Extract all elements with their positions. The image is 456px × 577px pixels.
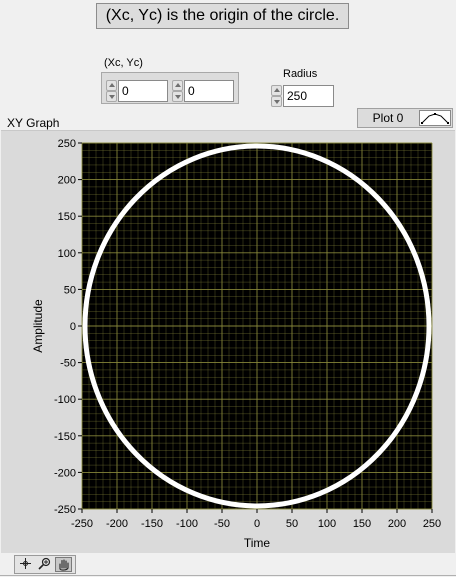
xc-increment-button[interactable]: [106, 80, 117, 91]
x-tick-label: 0: [254, 518, 260, 530]
xy-graph-plot: -250-200-150-100-50050100150200250 -250-…: [31, 138, 441, 550]
x-tick-label: 250: [423, 518, 441, 530]
x-tick-label: 150: [353, 518, 371, 530]
radius-spinner[interactable]: [271, 85, 282, 107]
x-tick-label: -200: [106, 518, 128, 530]
y-tick-label: -200: [54, 467, 76, 479]
plot-style-icon[interactable]: [419, 110, 451, 126]
x-axis-ticks: -250 -200 -150 -100 -50 0 50 100 150 200 250: [71, 509, 441, 530]
yc-input[interactable]: 0: [184, 80, 234, 102]
y-tick-label: -250: [54, 504, 76, 516]
cursor-move-icon[interactable]: [17, 557, 34, 572]
x-tick-label: -150: [141, 518, 163, 530]
y-tick-label: 0: [70, 321, 76, 333]
x-tick-label: 200: [388, 518, 406, 530]
yc-increment-button[interactable]: [172, 80, 183, 91]
xy-graph: -250 -200 -150 -100 -50 0 50 100 150 200 250 -250-…: [1, 130, 455, 553]
y-tick-label: -100: [54, 394, 76, 406]
plot-legend[interactable]: Plot 0: [357, 108, 453, 128]
x-tick-label: 50: [286, 518, 298, 530]
x-tick-label: -250: [71, 518, 93, 530]
yc-decrement-button[interactable]: [172, 91, 183, 102]
yc-spinner[interactable]: [172, 80, 183, 102]
zoom-icon[interactable]: [36, 557, 53, 572]
x-tick-label: -50: [214, 518, 230, 530]
radius-input[interactable]: 250: [283, 85, 334, 107]
x-axis-label: Time: [244, 536, 271, 550]
y-tick-label: 50: [64, 284, 76, 296]
plot-legend-label: Plot 0: [372, 111, 404, 125]
y-axis-ticks: -250 -200 -150 -100 -50 0 50 100 150 200 250: [54, 138, 82, 516]
y-axis-label: Amplitude: [31, 299, 45, 353]
x-tick-label: 100: [318, 518, 336, 530]
graph-caption: XY Graph: [7, 116, 60, 130]
radius-increment-button[interactable]: [271, 85, 282, 96]
origin-note: (Xc, Yc) is the origin of the circle.: [96, 3, 349, 29]
xc-decrement-button[interactable]: [106, 91, 117, 102]
window-bottom-border: [0, 575, 456, 576]
y-tick-label: -150: [54, 431, 76, 443]
y-tick-label: 200: [58, 175, 76, 187]
y-tick-label: -50: [60, 358, 76, 370]
y-tick-label: 150: [58, 211, 76, 223]
radius-label: Radius: [283, 68, 318, 80]
xc-input[interactable]: 0: [118, 80, 168, 102]
graph-palette: [14, 555, 76, 574]
y-tick-label: 100: [58, 248, 76, 260]
origin-cluster-label: (Xc, Yc): [104, 57, 143, 69]
xc-spinner[interactable]: [106, 80, 117, 102]
x-tick-label: -100: [176, 518, 198, 530]
pan-hand-icon[interactable]: [55, 557, 72, 572]
radius-decrement-button[interactable]: [271, 96, 282, 107]
y-tick-label: 250: [58, 138, 76, 150]
